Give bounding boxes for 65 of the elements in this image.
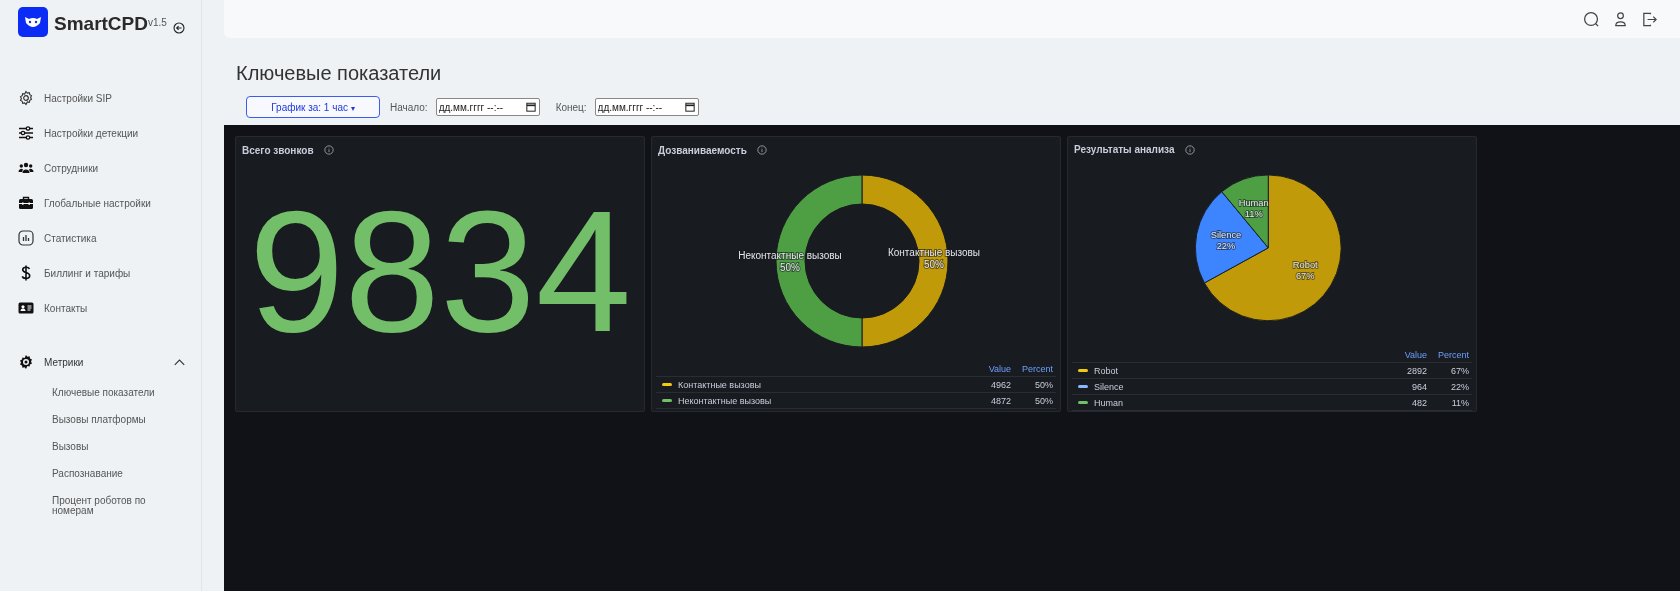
- sidebar-item[interactable]: Контакты: [44, 302, 88, 314]
- panel-title: Дозваниваемость: [658, 144, 747, 156]
- legend-label[interactable]: Human: [1094, 397, 1123, 408]
- submenu-item[interactable]: Вызовы: [52, 442, 162, 452]
- start-date-field[interactable]: дд.мм.гггг --:--: [435, 98, 540, 116]
- table-cell-text: 964: [1410, 381, 1428, 392]
- logout-icon[interactable]: [1641, 10, 1658, 28]
- slice-label: Robot 67%: [1292, 259, 1318, 282]
- sliders-icon: [18, 125, 34, 141]
- sidebar-group[interactable]: Метрики: [44, 356, 174, 368]
- legend-label[interactable]: Контактные вызовы: [678, 379, 761, 390]
- id-card-icon: [18, 300, 34, 316]
- table-cell-text: 11%: [1450, 397, 1470, 408]
- page-title: Ключевые показатели: [236, 62, 443, 85]
- sidebar-item[interactable]: Статистика: [44, 232, 97, 244]
- calendar-icon[interactable]: [525, 102, 536, 112]
- panel-title: Результаты анализа: [1074, 144, 1175, 156]
- column-header[interactable]: Percent: [1430, 349, 1472, 360]
- submenu-item[interactable]: Ключевые показатели: [52, 388, 162, 398]
- column-header[interactable]: Percent: [1014, 363, 1056, 374]
- table-cell-text: 50%: [1034, 379, 1054, 390]
- search-icon[interactable]: [1583, 10, 1600, 28]
- info-icon[interactable]: [323, 145, 334, 155]
- table-cell-text: 67%: [1450, 365, 1470, 376]
- stat-value: 9834: [247, 185, 633, 357]
- table-cell-text: 22%: [1450, 381, 1470, 392]
- collapse-icon[interactable]: [172, 22, 185, 34]
- end-date-field[interactable]: дд.мм.гггг --:--: [594, 98, 699, 116]
- submenu-item[interactable]: Распознавание: [52, 469, 162, 479]
- submenu-item[interactable]: Вызовы платформы: [52, 415, 162, 425]
- gear-icon: [18, 90, 34, 106]
- toolbox-icon: [18, 195, 34, 211]
- slice-label: Silence 22%: [1210, 230, 1242, 252]
- sidebar-item[interactable]: Биллинг и тарифы: [44, 267, 131, 279]
- info-icon[interactable]: [1184, 144, 1195, 155]
- sidebar-item[interactable]: Настройки детекции: [44, 127, 139, 139]
- submenu-item[interactable]: Процент роботов по номерам: [52, 496, 162, 516]
- logo-icon: [18, 7, 48, 37]
- column-header[interactable]: Value: [1370, 349, 1430, 360]
- user-icon[interactable]: [1612, 10, 1629, 28]
- brand-name: SmartCPD: [54, 13, 148, 35]
- table-cell-text: 4872: [989, 395, 1012, 406]
- legend-label[interactable]: Robot: [1094, 365, 1119, 376]
- start-label: Начало:: [390, 101, 428, 113]
- sidebar-item[interactable]: Сотрудники: [44, 162, 99, 174]
- legend-label[interactable]: Silence: [1094, 381, 1124, 392]
- panel-title: Всего звонков: [242, 144, 314, 156]
- table-cell-text: 50%: [1034, 395, 1054, 406]
- sidebar-item[interactable]: Глобальные настройки: [44, 197, 151, 209]
- end-label: Конец:: [555, 101, 587, 113]
- gear-logo-icon: [18, 354, 34, 370]
- version-label: v1.5: [148, 17, 167, 28]
- calendar-icon[interactable]: [684, 102, 695, 112]
- info-icon[interactable]: [756, 145, 767, 155]
- legend-label[interactable]: Неконтактные вызовы: [678, 395, 772, 406]
- column-header[interactable]: Value: [954, 363, 1014, 374]
- slice-label: Human 11%: [1238, 197, 1269, 219]
- table-cell-text: 4962: [989, 379, 1012, 390]
- period-dropdown[interactable]: График за: 1 час ▾: [246, 96, 380, 118]
- table-cell-text: 482: [1410, 397, 1428, 408]
- users-icon: [18, 160, 34, 176]
- sidebar-item[interactable]: Настройки SIP: [44, 92, 112, 104]
- table-cell-text: 2892: [1405, 365, 1428, 376]
- chart-icon: [18, 230, 34, 246]
- chevron-icon[interactable]: [174, 358, 185, 366]
